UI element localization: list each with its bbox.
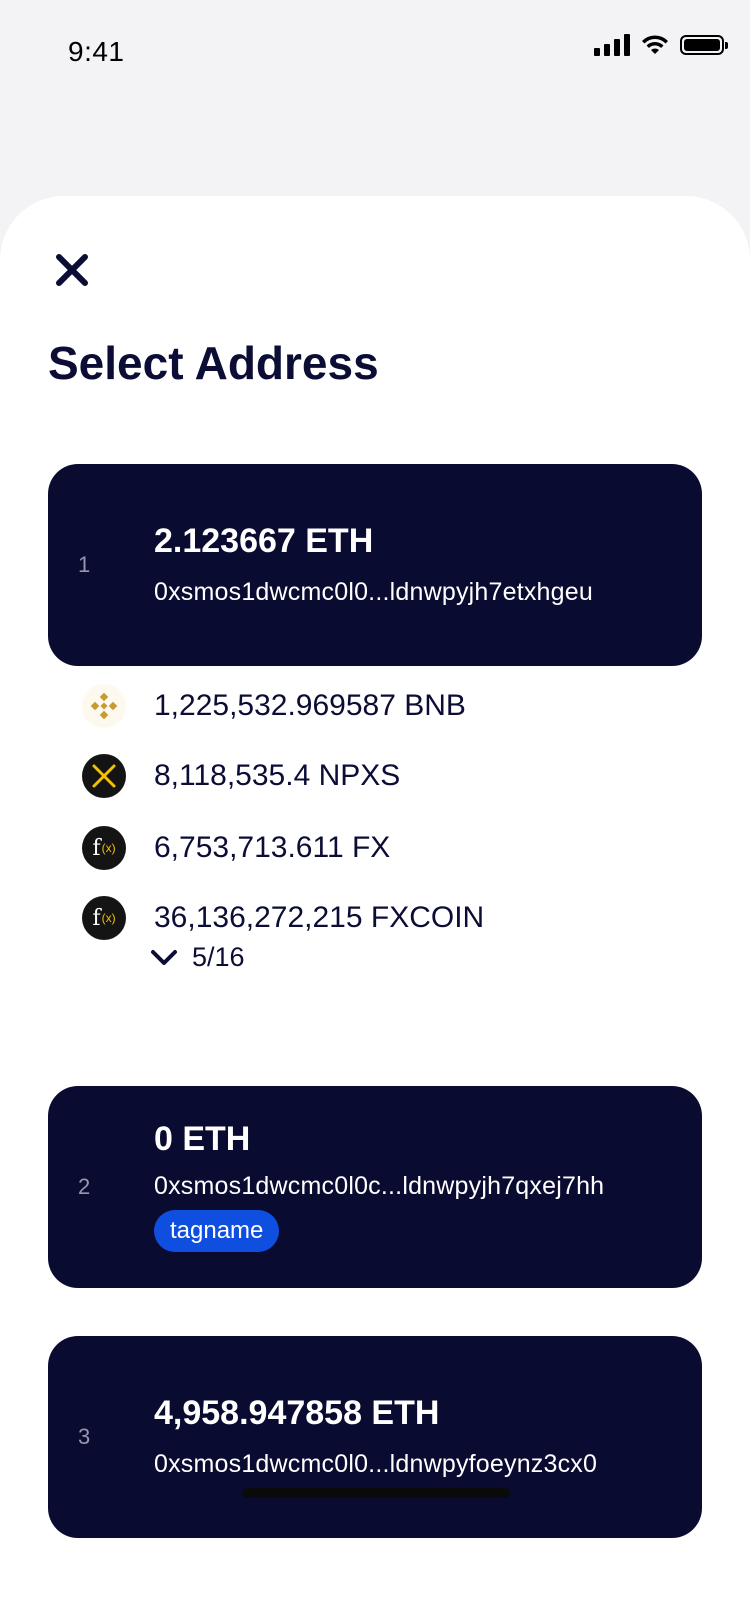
status-time: 9:41	[68, 36, 125, 67]
token-amount: 8,118,535.4 NPXS	[154, 759, 401, 792]
close-button[interactable]	[48, 246, 96, 294]
expand-tokens-button[interactable]: 5/16	[150, 942, 245, 973]
status-bar: 9:41	[0, 0, 750, 100]
token-row-fx: f (x) 6,753,713.611 FX	[82, 824, 390, 872]
fx-icon: f (x)	[82, 826, 126, 870]
address-balance: 0 ETH	[154, 1120, 251, 1158]
address-tag: tagname	[154, 1210, 280, 1252]
address-card-2[interactable]: 2 0 ETH 0xsmos1dwcmc0l0c...ldnwpyjh7qxej…	[48, 1086, 702, 1288]
token-amount: 36,136,272,215 FXCOIN	[154, 901, 485, 934]
address-card-1[interactable]: 1 2.123667 ETH 0xsmos1dwcmc0l0...ldnwpyj…	[48, 464, 702, 666]
address-card-3[interactable]: 3 4,958.947858 ETH 0xsmos1dwcmc0l0...ldn…	[48, 1336, 702, 1538]
fxcoin-icon: f (x)	[82, 896, 126, 940]
token-amount: 1,225,532.969587 BNB	[154, 689, 466, 722]
select-address-sheet: Select Address 1 2.123667 ETH 0xsmos1dwc…	[0, 196, 750, 1624]
bnb-icon	[82, 684, 126, 728]
wifi-icon	[642, 35, 668, 54]
status-icons	[594, 34, 728, 56]
page-title: Select Address	[48, 337, 379, 389]
address-hash: 0xsmos1dwcmc0l0c...ldnwpyjh7qxej7hh	[154, 1172, 605, 1200]
address-index: 2	[78, 1174, 91, 1199]
npxs-icon	[82, 754, 126, 798]
address-hash: 0xsmos1dwcmc0l0...ldnwpyjh7etxhgeu	[154, 578, 593, 606]
token-row-fxcoin: f (x) 36,136,272,215 FXCOIN	[82, 894, 484, 942]
cellular-signal-icon	[594, 34, 630, 56]
address-index: 1	[78, 552, 91, 577]
battery-icon	[680, 35, 728, 55]
address-balance: 4,958.947858 ETH	[154, 1394, 440, 1432]
token-count: 5/16	[192, 942, 245, 972]
address-hash: 0xsmos1dwcmc0l0...ldnwpyfoeynz3cx0	[154, 1450, 598, 1478]
address-index: 3	[78, 1424, 91, 1449]
chevron-down-icon	[151, 949, 177, 965]
token-amount: 6,753,713.611 FX	[154, 831, 391, 864]
home-indicator[interactable]	[242, 1488, 510, 1498]
close-icon	[56, 254, 88, 286]
address-balance: 2.123667 ETH	[154, 522, 374, 560]
token-row-npxs: 8,118,535.4 NPXS	[82, 752, 400, 800]
token-row-bnb: 1,225,532.969587 BNB	[82, 682, 466, 730]
